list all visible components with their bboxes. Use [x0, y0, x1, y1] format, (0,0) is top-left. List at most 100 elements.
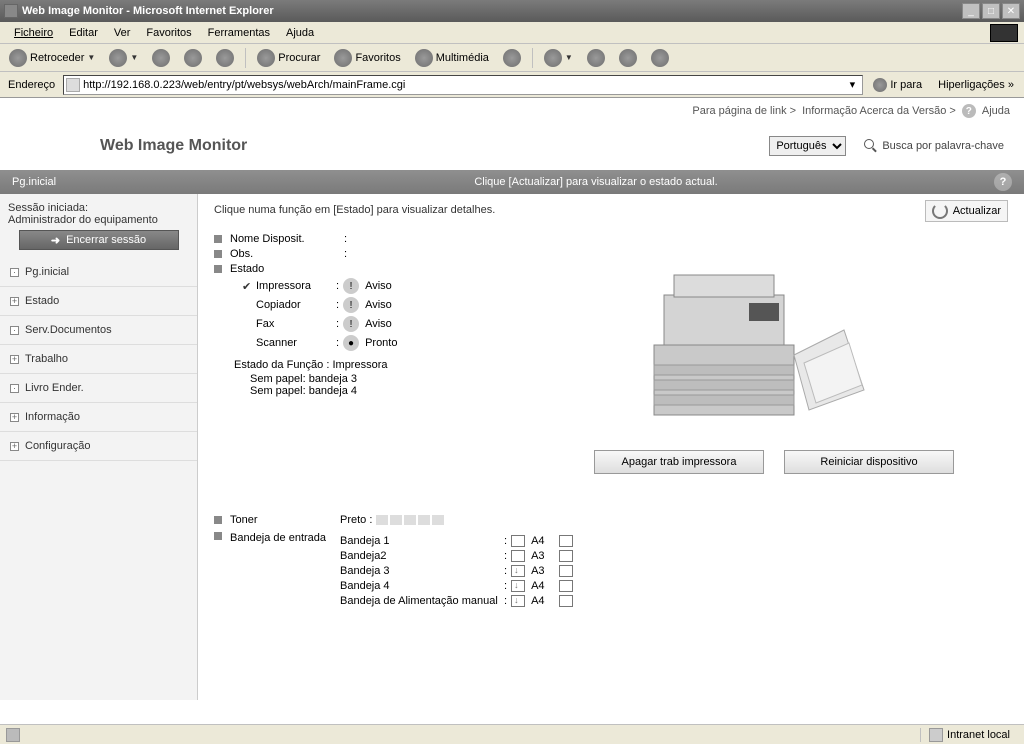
status-message: Sem papel: bandeja 4 — [250, 385, 574, 397]
ie-throbber-icon — [990, 24, 1018, 42]
input-tray-label: Bandeja de entrada — [230, 532, 340, 544]
menu-bar: Ficheiro Editar Ver Favoritos Ferramenta… — [0, 22, 1024, 44]
home-button[interactable] — [211, 46, 239, 70]
page-content: Para página de link > Informação Acerca … — [0, 98, 1024, 724]
refresh-nav-button[interactable] — [179, 46, 207, 70]
version-info-link[interactable]: Informação Acerca da Versão > — [802, 105, 956, 117]
minimize-button[interactable]: _ — [962, 3, 980, 19]
sidebar-item-info[interactable]: +Informação — [0, 403, 197, 432]
logout-arrow-icon: ➜ — [51, 234, 60, 247]
sidebar-item-status[interactable]: +Estado — [0, 287, 197, 316]
address-bar: Endereço ▾ Ir para Hiperligações » — [0, 72, 1024, 98]
media-icon — [415, 49, 433, 67]
stop-button[interactable] — [147, 46, 175, 70]
help-link[interactable]: Ajuda — [982, 105, 1010, 117]
forward-icon — [109, 49, 127, 67]
go-icon — [873, 78, 887, 92]
toner-label: Toner — [230, 514, 340, 526]
sidebar-item-home[interactable]: ·Pg.inicial — [0, 258, 197, 287]
refresh-button[interactable]: Actualizar — [925, 200, 1008, 222]
ready-icon: ● — [343, 335, 359, 351]
tray-row: Bandeja 4:A4 — [340, 580, 573, 592]
warning-icon: ! — [343, 297, 359, 313]
ie-app-icon — [4, 4, 18, 18]
zone-icon — [929, 728, 943, 742]
discuss-icon — [651, 49, 669, 67]
address-input[interactable] — [83, 79, 844, 91]
tray-icon — [511, 550, 525, 562]
menu-favorites[interactable]: Favoritos — [138, 25, 199, 41]
tray-row: Bandeja 3:A3 — [340, 565, 573, 577]
tray-icon — [511, 535, 525, 547]
device-info: Nome Disposit.: Obs.: Estado ✔Impressora… — [214, 230, 574, 440]
func-row-fax[interactable]: Fax:!Aviso — [242, 316, 574, 332]
main-area: Sessão iniciada: Administrador do equipa… — [0, 194, 1024, 700]
maximize-button[interactable]: □ — [982, 3, 1000, 19]
tray-row: Bandeja de Alimentação manual:A4 — [340, 595, 573, 607]
mail-button[interactable]: ▼ — [539, 46, 578, 70]
sidebar-item-job[interactable]: +Trabalho — [0, 345, 197, 374]
history-button[interactable] — [498, 46, 526, 70]
forward-button[interactable]: ▼ — [104, 46, 143, 70]
keyword-search[interactable]: Busca por palavra-chave — [864, 139, 1004, 153]
back-icon — [9, 49, 27, 67]
printer-illustration-icon — [594, 235, 894, 435]
session-user: Administrador do equipamento — [8, 214, 189, 226]
orientation-icon — [559, 535, 573, 547]
links-button[interactable]: Hiperligações » — [932, 79, 1020, 91]
state-label: Estado — [230, 263, 340, 275]
search-icon — [257, 49, 275, 67]
status-message: Sem papel: bandeja 3 — [250, 373, 574, 385]
print-button[interactable] — [582, 46, 610, 70]
toolbar-separator — [245, 48, 246, 68]
orientation-icon — [559, 565, 573, 577]
address-label: Endereço — [4, 79, 59, 91]
search-label: Busca por palavra-chave — [882, 140, 1004, 152]
menu-edit[interactable]: Editar — [61, 25, 106, 41]
window-titlebar: Web Image Monitor - Microsoft Internet E… — [0, 0, 1024, 22]
stop-icon — [152, 49, 170, 67]
menu-file[interactable]: Ficheiro — [6, 25, 61, 41]
magnifier-icon — [864, 139, 878, 153]
menu-tools[interactable]: Ferramentas — [200, 25, 278, 41]
context-help-icon[interactable]: ? — [994, 173, 1012, 191]
security-zone: Intranet local — [947, 729, 1010, 741]
back-button[interactable]: Retroceder ▼ — [4, 46, 100, 70]
func-state-label: Estado da Função — [234, 359, 323, 371]
edit-icon — [619, 49, 637, 67]
sidebar-item-addressbook[interactable]: ·Livro Ender. — [0, 374, 197, 403]
back-dropdown-icon: ▼ — [87, 53, 95, 62]
home-icon — [216, 49, 234, 67]
menu-help[interactable]: Ajuda — [278, 25, 322, 41]
close-button[interactable]: ✕ — [1002, 3, 1020, 19]
search-button[interactable]: Procurar — [252, 46, 325, 70]
sidebar-item-config[interactable]: +Configuração — [0, 432, 197, 461]
orientation-icon — [559, 595, 573, 607]
media-button[interactable]: Multimédia — [410, 46, 494, 70]
menu-view[interactable]: Ver — [106, 25, 139, 41]
func-row-printer[interactable]: ✔Impressora:!Aviso — [242, 278, 574, 294]
func-row-scanner[interactable]: Scanner:●Pronto — [242, 335, 574, 351]
logout-button[interactable]: ➜ Encerrar sessão — [19, 230, 179, 250]
subheader-message: Clique [Actualizar] para visualizar o es… — [198, 176, 994, 188]
sidebar: Sessão iniciada: Administrador do equipa… — [0, 194, 198, 700]
toner-color-label: Preto : — [340, 514, 372, 526]
go-button[interactable]: Ir para — [867, 76, 928, 94]
device-name-label: Nome Disposit. — [230, 233, 340, 245]
discuss-button[interactable] — [646, 46, 674, 70]
restart-device-button[interactable]: Reiniciar dispositivo — [784, 450, 954, 474]
link-page-link[interactable]: Para página de link > — [692, 105, 796, 117]
forward-dropdown-icon: ▼ — [130, 53, 138, 62]
refresh-arrows-icon — [932, 203, 948, 219]
star-icon — [334, 49, 352, 67]
toner-level-gauge — [376, 515, 444, 525]
func-row-copier[interactable]: Copiador:!Aviso — [242, 297, 574, 313]
address-field-wrap[interactable]: ▾ — [63, 75, 863, 95]
favorites-button[interactable]: Favoritos — [329, 46, 405, 70]
sidebar-item-docserver[interactable]: ·Serv.Documentos — [0, 316, 197, 345]
main-panel: Actualizar Clique numa função em [Estado… — [198, 194, 1024, 700]
edit-button[interactable] — [614, 46, 642, 70]
clear-printer-jobs-button[interactable]: Apagar trab impressora — [594, 450, 764, 474]
address-dropdown-icon[interactable]: ▾ — [844, 78, 860, 91]
language-select[interactable]: Português — [769, 136, 846, 156]
